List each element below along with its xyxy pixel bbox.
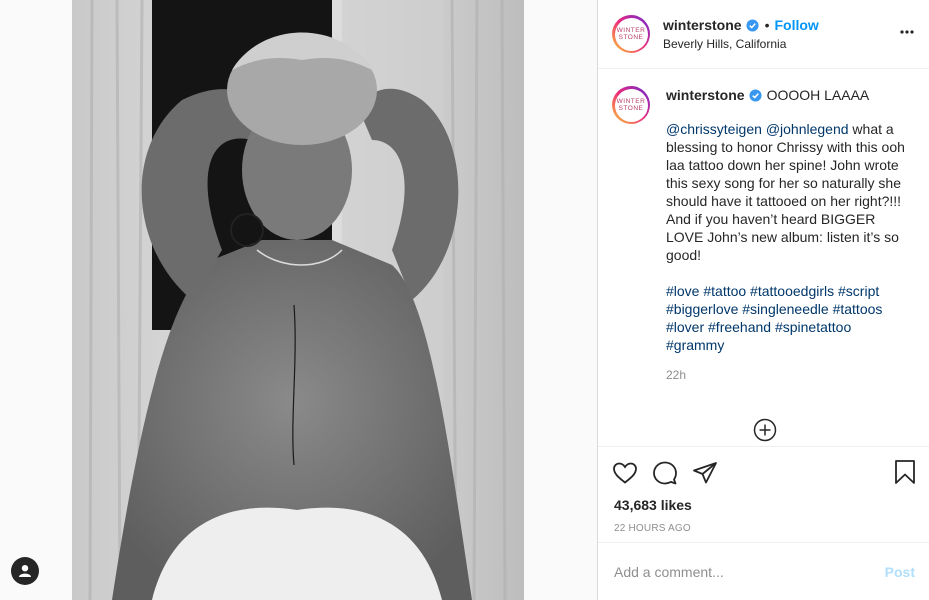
caption-hashtags[interactable]: #love #tattoo #tattooedgirls #script #bi… <box>666 282 906 354</box>
separator-dot: • <box>764 17 770 33</box>
share-icon[interactable] <box>692 461 718 485</box>
load-more-comments-icon[interactable] <box>753 418 777 442</box>
caption-username[interactable]: winterstone <box>666 86 745 104</box>
bookmark-icon[interactable] <box>893 459 917 485</box>
post-timestamp: 22 HOURS AGO <box>614 523 691 534</box>
caption-text: @chrissyteigen @johnlegend what a blessi… <box>666 120 906 264</box>
more-options-icon[interactable] <box>899 24 915 40</box>
post-location[interactable]: Beverly Hills, California <box>663 37 819 51</box>
caption-section: WINTER STONE winterstone OOOOH LAAAA @ch… <box>598 69 929 447</box>
post-image[interactable] <box>72 0 524 600</box>
avatar-logo-text-bottom: STONE <box>618 34 644 41</box>
avatar-logo-text-top: WINTER <box>616 27 646 34</box>
caption-time: 22h <box>666 368 687 382</box>
comment-input[interactable] <box>612 562 885 581</box>
like-count[interactable]: 43,683 likes <box>598 497 929 513</box>
post-comment-button[interactable]: Post <box>885 564 915 580</box>
comment-bar: Post <box>598 542 929 600</box>
caption-author-avatar[interactable]: WINTER STONE <box>612 86 650 124</box>
left-margin <box>0 0 72 600</box>
caption-avatar-logo: WINTER STONE <box>614 88 648 122</box>
author-username[interactable]: winterstone <box>663 17 742 33</box>
verified-badge-icon <box>746 18 759 32</box>
post-header: WINTER STONE winterstone • Follow Beverl… <box>598 0 929 69</box>
caption-verified-badge-icon <box>749 88 762 102</box>
follow-button[interactable]: Follow <box>774 17 818 33</box>
avatar-logo: WINTER STONE <box>614 17 648 51</box>
profile-button[interactable] <box>11 557 39 585</box>
caption-description: what a blessing to honor Chrissy with th… <box>666 121 905 263</box>
author-avatar[interactable]: WINTER STONE <box>612 15 650 53</box>
post-detail-panel: WINTER STONE winterstone • Follow Beverl… <box>597 0 929 600</box>
action-bar <box>598 447 929 499</box>
mention-link-chrissyteigen[interactable]: @chrissyteigen <box>666 121 762 137</box>
post-photo-graphic <box>72 0 524 600</box>
user-icon <box>19 565 31 577</box>
right-margin <box>524 0 597 600</box>
caption-avatar-text-top: WINTER <box>616 98 646 105</box>
caption-body: winterstone OOOOH LAAAA @chrissyteigen @… <box>666 86 906 384</box>
mention-link-johnlegend[interactable]: @johnlegend <box>766 121 849 137</box>
heart-icon[interactable] <box>612 461 638 485</box>
author-info: winterstone • Follow Beverly Hills, Cali… <box>663 17 819 51</box>
caption-avatar-text-bottom: STONE <box>618 105 644 112</box>
comment-icon[interactable] <box>652 460 678 486</box>
caption-title: OOOOH LAAAA <box>766 87 870 103</box>
